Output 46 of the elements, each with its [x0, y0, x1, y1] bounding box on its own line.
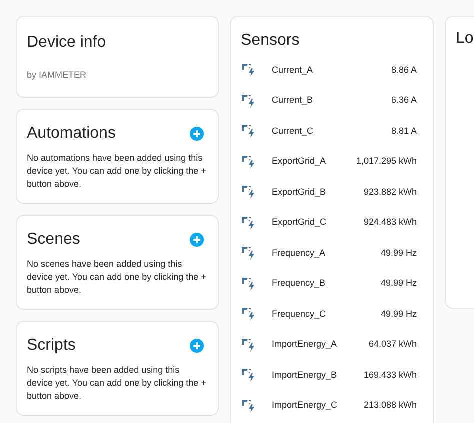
sensor-row[interactable]: ExportGrid_A 1,017.295 kWh [241, 146, 423, 177]
sensor-row[interactable]: ImportEnergy_C 213.088 kWh [241, 390, 423, 421]
sensor-value: 8.81 A [391, 124, 418, 138]
sensor-name: ImportEnergy_A [272, 338, 338, 351]
sensor-row[interactable]: Current_B 6.36 A [241, 86, 423, 116]
card-title: Scripts [27, 336, 76, 356]
sensor-row[interactable]: Current_A 8.86 A [241, 55, 423, 86]
sensor-value: 49.99 Hz [380, 277, 418, 290]
sensor-row[interactable]: ImportEnergy_A 64.037 kWh [241, 330, 423, 360]
sensor-row[interactable]: ExportGrid_C 924.483 kWh [241, 208, 423, 238]
manufacturer-text: by IAMMETER [27, 69, 88, 82]
sensor-row[interactable]: Frequency_A 49.99 Hz [241, 238, 423, 268]
sensor-value: 8.86 A [391, 64, 418, 76]
sensor-value: 64.037 kWh [368, 338, 418, 351]
sensor-name: ExportGrid_B [272, 186, 328, 199]
sensor-name: ExportGrid_A [272, 155, 328, 168]
sensor-row[interactable]: Current_C 8.81 A [241, 116, 423, 146]
sensor-row[interactable]: Frequency_B 49.99 Hz [241, 268, 423, 299]
sensor-value: 49.99 Hz [380, 246, 418, 260]
empty-message: No scripts have been added using this device yet. You can add one by clicking the + button above. [27, 364, 208, 402]
card-title: Device info [27, 33, 108, 53]
sensor-value: 49.99 Hz [380, 308, 418, 320]
card-title: Lo [456, 29, 474, 49]
sensor-row[interactable]: Frequency_C 49.99 Hz [241, 299, 423, 330]
sensor-value: 6.36 A [391, 94, 418, 107]
sensor-name: Current_B [272, 94, 314, 107]
sensor-row[interactable]: ExportGrid_B 923.882 kWh [241, 177, 423, 208]
sensor-value: 924.483 kWh [364, 216, 418, 229]
sensor-value: 169.433 kWh [364, 368, 418, 382]
sensor-name: Current_C [272, 124, 315, 138]
sensor-name: Frequency_A [272, 246, 327, 260]
sensor-value: 213.088 kWh [364, 399, 418, 412]
card-title: Automations [27, 124, 116, 144]
card-title: Scenes [27, 230, 80, 250]
sensor-name: ExportGrid_C [272, 216, 328, 229]
sensor-name: Frequency_C [272, 308, 328, 321]
sensor-name: ImportEnergy_B [272, 368, 338, 382]
sensor-name: Current_A [272, 64, 314, 77]
sensor-row[interactable]: ImportEnergy_B 169.433 kWh [241, 360, 423, 390]
card-title: Sensors [241, 31, 301, 51]
sensor-value: 1,017.295 kWh [356, 155, 418, 168]
sensor-value: 923.882 kWh [364, 186, 418, 198]
empty-message: No automations have been added using this device yet. You can add one by clicking the + button above. [27, 152, 208, 190]
sensor-name: Frequency_B [272, 277, 327, 290]
empty-message: No scenes have been added using this device yet. You can add one by clicking the + button above. [27, 258, 208, 296]
sensor-name: ImportEnergy_C [272, 399, 339, 412]
